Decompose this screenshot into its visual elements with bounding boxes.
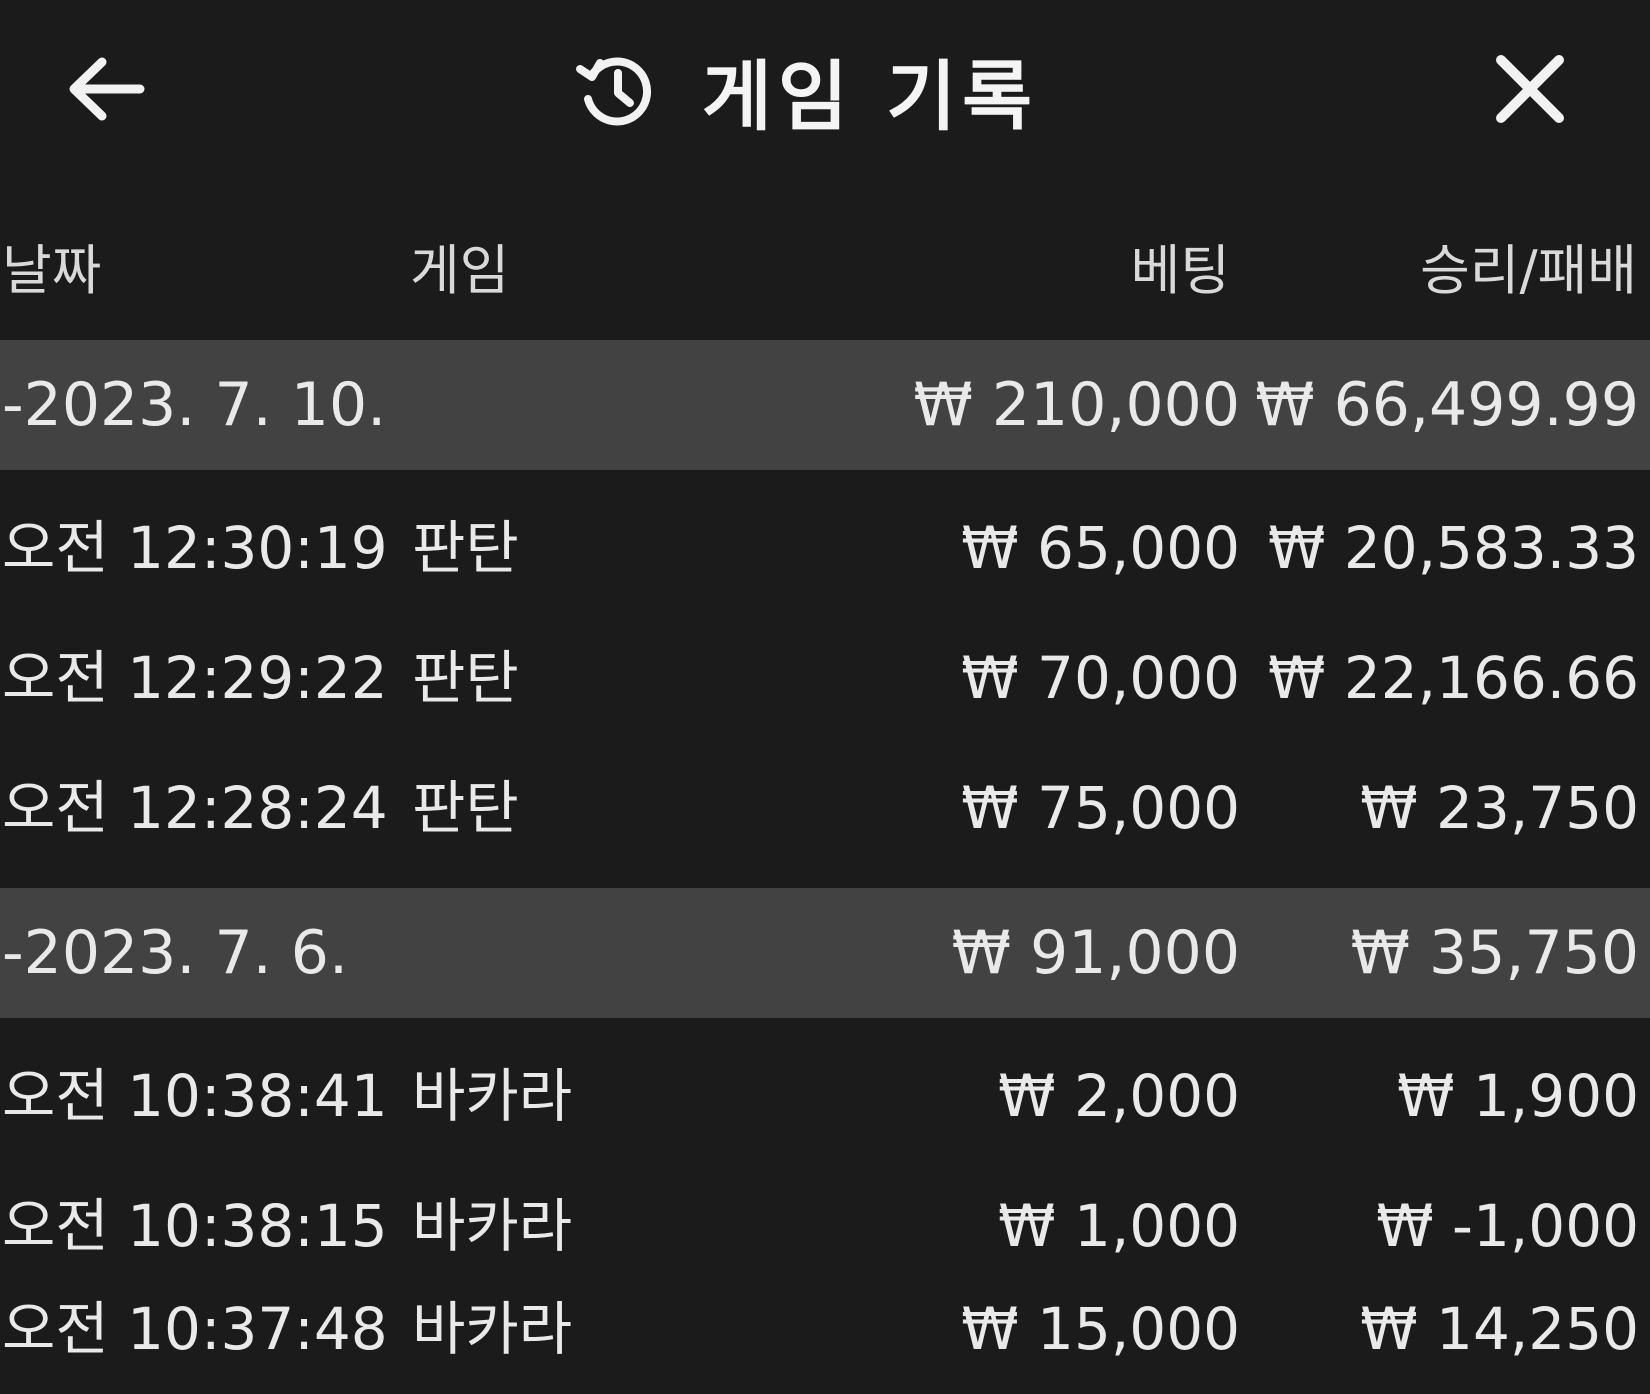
column-header-result: 승리/패배 — [1420, 239, 1637, 302]
column-header-date: 날짜 — [2, 239, 102, 302]
table-row[interactable]: 오전 10:37:48 바카라 ₩ 15,000 ₩ 14,250 — [0, 1264, 1650, 1394]
table-row[interactable]: 오전 12:28:24 판탄 ₩ 75,000 ₩ 23,750 — [0, 743, 1650, 873]
row-bet: ₩ 75,000 — [961, 774, 1240, 842]
row-result: ₩ 1,900 — [1397, 1062, 1639, 1130]
row-bet: ₩ 65,000 — [961, 514, 1240, 582]
row-time: 오전 10:38:41 — [2, 1062, 388, 1130]
row-result: ₩ 14,250 — [1360, 1295, 1639, 1363]
close-icon — [1496, 55, 1564, 123]
group-date: -2023. 7. 10. — [2, 370, 387, 440]
title-group: 게임 기록 — [0, 40, 1650, 141]
group-result-total: ₩ 35,750 — [1350, 918, 1639, 988]
row-game: 바카라 — [412, 1295, 573, 1363]
row-game: 판탄 — [412, 514, 519, 582]
page-title: 게임 기록 — [701, 52, 1039, 141]
row-game: 판탄 — [412, 644, 519, 712]
group-bet-total: ₩ 91,000 — [951, 918, 1240, 988]
row-time: 오전 12:30:19 — [2, 514, 388, 582]
table-row[interactable]: 오전 10:38:41 바카라 ₩ 2,000 ₩ 1,900 — [0, 1031, 1650, 1161]
table-row[interactable]: 오전 12:29:22 판탄 ₩ 70,000 ₩ 22,166.66 — [0, 613, 1650, 743]
row-bet: ₩ 70,000 — [961, 644, 1240, 712]
group-result-total: ₩ 66,499.99 — [1255, 370, 1639, 440]
group-bet-total: ₩ 210,000 — [913, 370, 1240, 440]
row-time: 오전 12:28:24 — [2, 774, 388, 842]
row-game: 바카라 — [412, 1062, 573, 1130]
column-header-bet: 베팅 — [1130, 239, 1230, 302]
history-icon — [575, 57, 651, 126]
column-header-game: 게임 — [410, 239, 510, 302]
row-result: ₩ 22,166.66 — [1268, 644, 1639, 712]
row-bet: ₩ 15,000 — [961, 1295, 1240, 1363]
row-time: 오전 12:29:22 — [2, 644, 388, 712]
row-result: ₩ 23,750 — [1360, 774, 1639, 842]
date-group-row[interactable]: -2023. 7. 10. ₩ 210,000 ₩ 66,499.99 — [0, 340, 1650, 470]
row-time: 오전 10:37:48 — [2, 1295, 388, 1363]
row-result: ₩ 20,583.33 — [1268, 514, 1639, 582]
table-row[interactable]: 오전 12:30:19 판탄 ₩ 65,000 ₩ 20,583.33 — [0, 483, 1650, 613]
row-game: 판탄 — [412, 774, 519, 842]
close-button[interactable] — [1485, 44, 1575, 134]
date-group-row[interactable]: -2023. 7. 6. ₩ 91,000 ₩ 35,750 — [0, 888, 1650, 1018]
row-bet: ₩ 2,000 — [998, 1062, 1240, 1130]
group-date: -2023. 7. 6. — [2, 918, 349, 988]
header-bar: 게임 기록 — [0, 0, 1650, 180]
